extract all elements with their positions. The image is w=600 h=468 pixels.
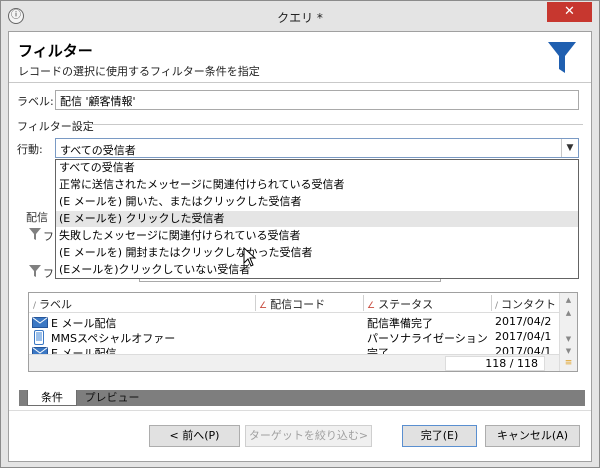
behavior-dropdown-list: すべての受信者 正常に送信されたメッセージに関連付けられている受信者 (E メー… <box>55 159 579 279</box>
tab-conditions[interactable]: 条件 <box>27 390 77 406</box>
bottom-tab-bar: 条件 プレビュー <box>19 390 585 406</box>
table-header: / ラベル ∠ 配信コード ∠ ステータス / コンタクト <box>29 293 559 313</box>
column-header-label[interactable]: / ラベル <box>33 296 72 312</box>
dropdown-option[interactable]: 正常に送信されたメッセージに関連付けられている受信者 <box>56 177 578 193</box>
table-row[interactable]: MMSスペシャルオファー パーソナライゼーションま… 2017/04/1 <box>29 330 559 345</box>
row-date: 2017/04/1 <box>495 330 552 343</box>
title-bar: ⓘ クエリ * ✕ <box>1 1 599 31</box>
dialog-content: フィルター レコードの選択に使用するフィルター条件を指定 ラベル: 配信 '顧客… <box>8 31 592 462</box>
dropdown-option[interactable]: (E メールを) 開封またはクリックしなかった受信者 <box>56 245 578 261</box>
filter-settings-title: フィルター設定 <box>17 120 94 133</box>
scroll-up-icon[interactable]: ▲ <box>560 307 577 319</box>
dropdown-option[interactable]: (Eメールを)クリックしていない受信者 <box>56 262 578 278</box>
dropdown-option[interactable]: (E メールを) 開いた、またはクリックした受信者 <box>56 194 578 210</box>
column-header-contact[interactable]: / コンタクト <box>495 296 556 312</box>
finish-button[interactable]: 完了(E) <box>402 425 477 447</box>
column-header-status[interactable]: ∠ ステータス <box>367 296 433 312</box>
delivery-section-label: 配信 <box>26 211 48 224</box>
scroll-top-icon[interactable]: ▲ <box>560 294 577 306</box>
page-subtitle: レコードの選択に使用するフィルター条件を指定 <box>18 65 260 78</box>
row-date: 2017/04/1 <box>495 345 552 354</box>
filter-label-2: フ <box>43 267 54 280</box>
row-status: 完了 <box>367 347 389 354</box>
back-button[interactable]: < 前へ(P) <box>149 425 240 447</box>
behavior-select-value: すべての受信者 <box>60 144 136 157</box>
narrow-target-button[interactable]: ターゲットを絞り込む> <box>245 425 372 447</box>
column-header-delivery-code[interactable]: ∠ 配信コード <box>259 296 325 312</box>
mouse-cursor-icon <box>243 247 257 267</box>
table-status-bar: 118 / 118 <box>29 354 559 371</box>
row-label: MMSスペシャルオファー <box>51 332 176 345</box>
email-icon <box>32 317 48 328</box>
filter-label-1: フ <box>43 230 54 243</box>
filter-icon[interactable] <box>29 264 41 278</box>
row-status: パーソナライゼーションま… <box>367 332 489 345</box>
footer-divider <box>9 410 591 411</box>
dropdown-option[interactable]: 失敗したメッセージに関連付けられている受信者 <box>56 228 578 244</box>
row-status: 配信準備完了 <box>367 317 433 330</box>
email-icon <box>32 347 48 354</box>
table-row[interactable]: E メール配信 配信準備完了 2017/04/2 <box>29 315 559 330</box>
row-date: 2017/04/2 <box>495 315 552 328</box>
cancel-button[interactable]: キャンセル(A) <box>485 425 580 447</box>
mobile-icon <box>34 330 44 345</box>
scroll-bottom-icon[interactable]: ▼ <box>560 345 577 357</box>
column-divider <box>255 295 256 311</box>
label-field-label: ラベル: <box>17 95 54 108</box>
group-divider <box>89 124 583 125</box>
behavior-select[interactable]: すべての受信者 ▼ <box>55 138 579 158</box>
row-label: E メール配信 <box>51 347 117 354</box>
table-row[interactable]: E メール配信 完了 2017/04/1 <box>29 345 559 354</box>
dropdown-option[interactable]: すべての受信者 <box>56 160 578 176</box>
behavior-label: 行動: <box>17 143 43 156</box>
close-button[interactable]: ✕ <box>547 2 592 22</box>
tab-preview[interactable]: プレビュー <box>79 390 145 406</box>
results-table[interactable]: / ラベル ∠ 配信コード ∠ ステータス / コンタクト E メール配信 配信準備完了… <box>28 292 578 372</box>
header-divider <box>9 82 591 83</box>
chevron-down-icon[interactable]: ▼ <box>561 139 578 157</box>
window-title: クエリ * <box>277 11 323 25</box>
column-divider <box>491 295 492 311</box>
filter-icon[interactable] <box>29 227 41 241</box>
funnel-icon <box>548 42 576 73</box>
scroll-down-icon[interactable]: ▼ <box>560 333 577 345</box>
vertical-scrollbar[interactable]: ▲ ▲ ▼ ▼ ≡ <box>559 293 577 371</box>
column-divider <box>363 295 364 311</box>
page-title: フィルター <box>18 42 93 60</box>
record-count: 118 / 118 <box>445 356 545 371</box>
dropdown-option-hovered[interactable]: (E メールを) クリックした受信者 <box>56 211 578 227</box>
row-label: E メール配信 <box>51 317 117 330</box>
column-settings-icon[interactable]: ≡ <box>560 357 577 369</box>
query-window: ⓘ クエリ * ✕ フィルター レコードの選択に使用するフィルター条件を指定 ラ… <box>0 0 600 468</box>
label-input[interactable]: 配信 '顧客情報' <box>55 90 579 110</box>
